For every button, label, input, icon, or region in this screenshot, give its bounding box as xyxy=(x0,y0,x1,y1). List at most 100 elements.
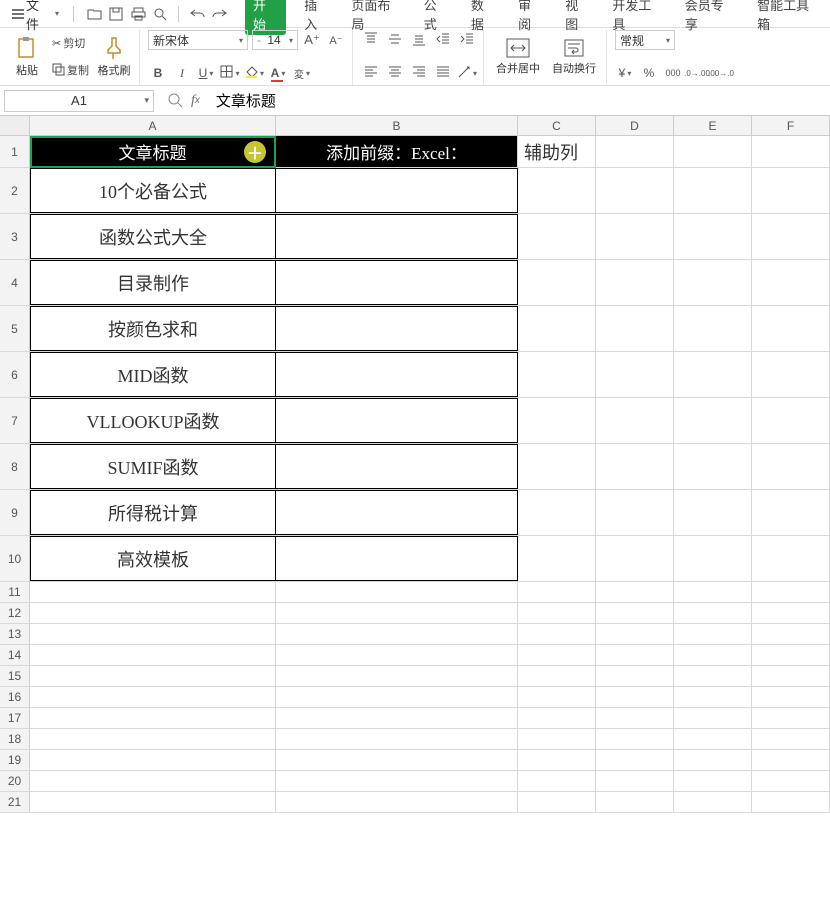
cell[interactable] xyxy=(752,536,830,581)
cell[interactable] xyxy=(30,603,276,623)
row-header[interactable]: 19 xyxy=(0,750,30,770)
bold-button[interactable]: B xyxy=(148,63,168,83)
cell[interactable] xyxy=(752,582,830,602)
cell[interactable] xyxy=(276,624,518,644)
cell[interactable] xyxy=(674,645,752,665)
cell[interactable] xyxy=(276,352,518,397)
cell[interactable] xyxy=(30,750,276,770)
cell[interactable] xyxy=(752,136,830,167)
tab-smart-tools[interactable]: 智能工具箱 xyxy=(753,0,824,35)
cell[interactable] xyxy=(752,708,830,728)
column-header[interactable]: A xyxy=(30,116,276,135)
cell[interactable] xyxy=(518,536,596,581)
name-box[interactable]: A1 ▾ xyxy=(4,90,154,112)
cell[interactable] xyxy=(518,792,596,812)
cell[interactable] xyxy=(596,168,674,213)
underline-button[interactable]: U▾ xyxy=(196,63,216,83)
cell[interactable] xyxy=(674,771,752,791)
cell[interactable] xyxy=(674,708,752,728)
cell[interactable] xyxy=(752,214,830,259)
cell[interactable] xyxy=(752,792,830,812)
save-icon[interactable] xyxy=(108,6,124,22)
cell[interactable] xyxy=(30,645,276,665)
cell[interactable] xyxy=(596,398,674,443)
cell[interactable] xyxy=(596,490,674,535)
cell[interactable] xyxy=(276,260,518,305)
decrease-font-button[interactable]: A⁻ xyxy=(326,30,346,50)
cell[interactable] xyxy=(674,729,752,749)
row-header[interactable]: 7 xyxy=(0,398,30,443)
row-header[interactable]: 1 xyxy=(0,136,30,167)
cell[interactable] xyxy=(596,666,674,686)
orientation-button[interactable]: ▾ xyxy=(457,63,477,83)
cell[interactable] xyxy=(674,260,752,305)
cell[interactable]: 文章标题 xyxy=(30,136,276,167)
row-header[interactable]: 5 xyxy=(0,306,30,351)
row-header[interactable]: 9 xyxy=(0,490,30,535)
cell[interactable] xyxy=(596,306,674,351)
select-all-corner[interactable] xyxy=(0,116,30,135)
cell[interactable] xyxy=(276,687,518,707)
align-right-button[interactable] xyxy=(409,63,429,83)
row-header[interactable]: 14 xyxy=(0,645,30,665)
font-color-button[interactable]: A▾ xyxy=(268,63,288,83)
undo-icon[interactable] xyxy=(189,6,205,22)
column-header[interactable]: B xyxy=(276,116,518,135)
cell[interactable]: SUMIF函数 xyxy=(30,444,276,489)
cell[interactable] xyxy=(752,666,830,686)
cell[interactable] xyxy=(276,214,518,259)
cell[interactable] xyxy=(596,687,674,707)
cell[interactable] xyxy=(30,624,276,644)
paste-button[interactable]: 粘贴 xyxy=(8,30,46,83)
cell[interactable] xyxy=(518,645,596,665)
align-top-button[interactable] xyxy=(361,30,381,50)
row-header[interactable]: 2 xyxy=(0,168,30,213)
italic-button[interactable]: I xyxy=(172,63,192,83)
align-center-button[interactable] xyxy=(385,63,405,83)
row-header[interactable]: 16 xyxy=(0,687,30,707)
row-header[interactable]: 13 xyxy=(0,624,30,644)
cell[interactable] xyxy=(752,398,830,443)
cell[interactable] xyxy=(596,536,674,581)
cell[interactable] xyxy=(674,536,752,581)
cell[interactable] xyxy=(674,750,752,770)
column-header[interactable]: E xyxy=(674,116,752,135)
column-header[interactable]: F xyxy=(752,116,830,135)
cell[interactable] xyxy=(674,666,752,686)
cell[interactable] xyxy=(596,708,674,728)
print-preview-icon[interactable] xyxy=(152,6,168,22)
cell[interactable] xyxy=(518,168,596,213)
cell[interactable] xyxy=(30,666,276,686)
cell[interactable] xyxy=(518,214,596,259)
cell[interactable] xyxy=(518,708,596,728)
cell[interactable]: 辅助列 xyxy=(518,136,596,167)
cell[interactable] xyxy=(276,645,518,665)
cell[interactable] xyxy=(30,792,276,812)
wrap-text-button[interactable]: 自动换行 xyxy=(548,30,600,83)
cell[interactable] xyxy=(596,352,674,397)
row-header[interactable]: 21 xyxy=(0,792,30,812)
cell[interactable] xyxy=(752,444,830,489)
cell[interactable] xyxy=(596,771,674,791)
cell[interactable] xyxy=(596,750,674,770)
cell[interactable] xyxy=(752,624,830,644)
cell[interactable] xyxy=(674,352,752,397)
cell[interactable] xyxy=(596,214,674,259)
print-icon[interactable] xyxy=(130,6,146,22)
align-middle-button[interactable] xyxy=(385,30,405,50)
row-header[interactable]: 6 xyxy=(0,352,30,397)
row-header[interactable]: 12 xyxy=(0,603,30,623)
increase-decimal-button[interactable]: .0→.00 xyxy=(687,63,707,83)
open-icon[interactable] xyxy=(86,6,102,22)
cell[interactable]: 函数公式大全 xyxy=(30,214,276,259)
row-header[interactable]: 18 xyxy=(0,729,30,749)
cell[interactable] xyxy=(596,792,674,812)
zoom-icon[interactable] xyxy=(168,93,183,108)
font-size-select[interactable]: - 14 ▾ xyxy=(252,30,298,50)
fx-icon[interactable]: fx xyxy=(191,93,200,109)
cell[interactable]: 所得税计算 xyxy=(30,490,276,535)
merge-center-button[interactable]: 合并居中 xyxy=(492,30,544,83)
cell[interactable] xyxy=(518,306,596,351)
cell[interactable] xyxy=(276,582,518,602)
cell[interactable] xyxy=(276,168,518,213)
